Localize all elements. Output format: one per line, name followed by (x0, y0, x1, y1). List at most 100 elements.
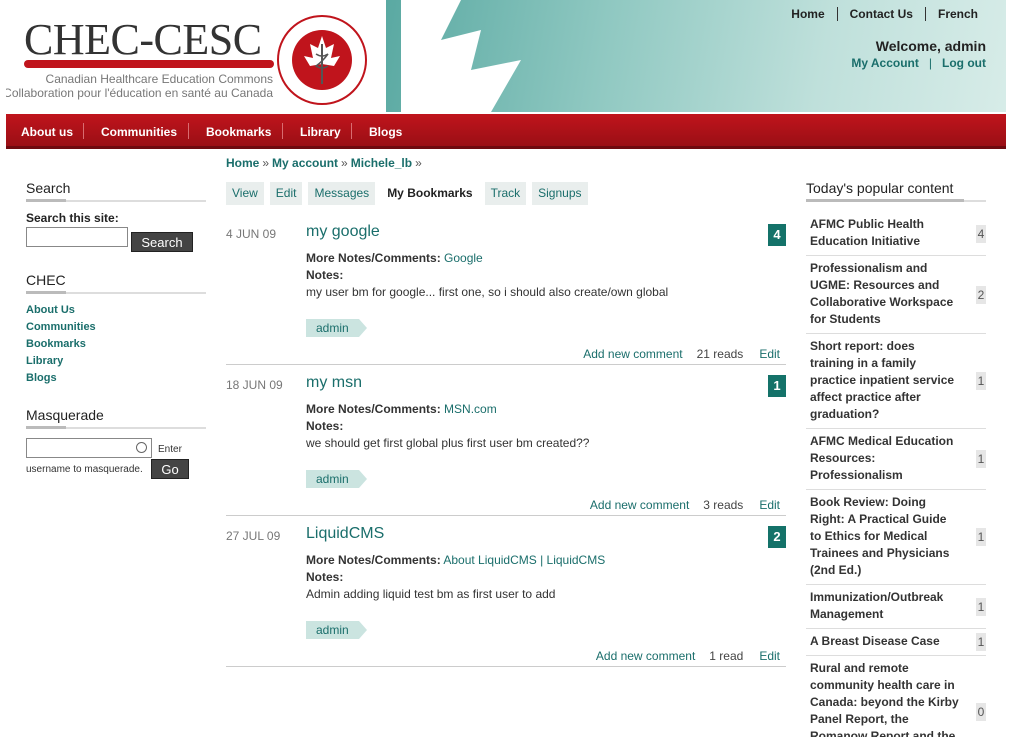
nav-separator (351, 123, 352, 139)
bookmark-count-badge: 1 (768, 375, 786, 397)
tab-track[interactable]: Track (484, 182, 527, 205)
tag-admin[interactable]: admin (306, 470, 367, 488)
popular-item-link[interactable]: AFMC Medical Education Resources: Profes… (810, 433, 960, 484)
nav-blogs[interactable]: Blogs (369, 125, 402, 139)
breadcrumb-my-account[interactable]: My account (272, 156, 338, 170)
more-notes-link[interactable]: Google (444, 251, 483, 265)
popular-item-link[interactable]: AFMC Public Health Education Initiative (810, 216, 960, 250)
masquerade-go-button[interactable]: Go (151, 459, 189, 479)
divider (226, 515, 786, 516)
popular-item-link[interactable]: Short report: does training in a family … (810, 338, 960, 423)
tab-view[interactable]: View (226, 182, 264, 205)
title-accent-bar (26, 199, 66, 202)
popular-item-count: 2 (976, 285, 986, 304)
tab-my-bookmarks[interactable]: My Bookmarks (381, 182, 479, 205)
add-comment-link[interactable]: Add new comment (590, 498, 689, 512)
bookmark-count-badge: 4 (768, 224, 786, 246)
nav-communities[interactable]: Communities (101, 125, 177, 139)
add-comment-link[interactable]: Add new comment (583, 347, 682, 361)
divider (226, 364, 786, 365)
edit-link[interactable]: Edit (759, 498, 780, 512)
breadcrumb-home[interactable]: Home (226, 156, 259, 170)
more-notes-link[interactable]: MSN.com (444, 402, 497, 416)
popular-item: AFMC Medical Education Resources: Profes… (806, 429, 986, 490)
top-link-french[interactable]: French (924, 7, 990, 21)
logo-subtitle-english: Canadian Healthcare Education Commons (45, 72, 273, 86)
more-notes-label: More Notes/Comments: (306, 402, 441, 416)
popular-item: Professionalism and UGME: Resources and … (806, 256, 986, 334)
notes-text: we should get first global plus first us… (306, 436, 590, 450)
top-links: Home Contact Us French (779, 7, 990, 21)
nav-about-us[interactable]: About us (21, 125, 73, 139)
chec-link-blogs[interactable]: Blogs (26, 370, 206, 387)
breadcrumb-separator: » (262, 156, 270, 170)
edit-link[interactable]: Edit (759, 347, 780, 361)
tag-admin[interactable]: admin (306, 621, 367, 639)
bookmark-title[interactable]: LiquidCMS (306, 525, 384, 543)
welcome-message: Welcome, admin (875, 38, 986, 54)
logo-underline-bar (24, 60, 274, 68)
nav-bookmarks[interactable]: Bookmarks (206, 125, 271, 139)
breadcrumb: Home» My account» Michele_lb» (226, 156, 425, 170)
popular-item-link[interactable]: Rural and remote community health care i… (810, 660, 960, 737)
chec-link-library[interactable]: Library (26, 353, 206, 370)
popular-item-link[interactable]: Book Review: Doing Right: A Practical Gu… (810, 494, 960, 579)
logo-subtitle-french: Collaboration pour l'éducation en santé … (6, 86, 273, 100)
bookmark-title[interactable]: my google (306, 223, 380, 241)
more-notes-link[interactable]: About LiquidCMS | LiquidCMS (443, 553, 605, 567)
tab-edit[interactable]: Edit (269, 182, 303, 205)
tab-signups[interactable]: Signups (532, 182, 588, 205)
popular-item: Immunization/Outbreak Management 1 (806, 585, 986, 629)
bookmark-date: 27 JUL 09 (226, 529, 281, 543)
notes-text: my user bm for google... first one, so i… (306, 285, 669, 299)
bookmark-title[interactable]: my msn (306, 374, 362, 392)
tab-messages[interactable]: Messages (308, 182, 376, 205)
logout-link[interactable]: Log out (942, 56, 986, 70)
maple-leaf-watermark-icon (401, 0, 521, 112)
search-label: Search this site: (26, 211, 119, 225)
my-account-link[interactable]: My Account (851, 56, 919, 70)
search-input[interactable] (26, 227, 128, 247)
afmc-seal-icon (277, 15, 367, 105)
popular-item-link[interactable]: A Breast Disease Case (810, 633, 960, 650)
divider (226, 666, 786, 667)
account-links: My Account | Log out (851, 56, 986, 70)
main-nav: About us Communities Bookmarks Library B… (6, 114, 1006, 149)
top-link-home[interactable]: Home (779, 7, 836, 21)
site-header: CHEC-CESC Canadian Healthcare Education … (6, 0, 1006, 112)
chec-links: About Us Communities Bookmarks Library B… (26, 302, 206, 387)
tag-admin[interactable]: admin (306, 319, 367, 337)
title-accent-bar (26, 291, 66, 294)
edit-link[interactable]: Edit (759, 649, 780, 663)
chec-link-bookmarks[interactable]: Bookmarks (26, 336, 206, 353)
popular-item-count: 0 (976, 702, 986, 721)
chec-link-communities[interactable]: Communities (26, 319, 206, 336)
masquerade-hint-b: username to masquerade. (26, 464, 143, 475)
read-count: 1 read (709, 649, 744, 663)
profile-tabs: View Edit Messages My Bookmarks Track Si… (226, 182, 594, 205)
popular-item-count: 1 (976, 372, 986, 390)
add-comment-link[interactable]: Add new comment (596, 649, 695, 663)
nav-separator (282, 123, 283, 139)
popular-item-count: 4 (976, 224, 986, 243)
chec-link-about-us[interactable]: About Us (26, 302, 206, 319)
nav-library[interactable]: Library (300, 125, 341, 139)
site-logo-text[interactable]: CHEC-CESC (24, 14, 262, 65)
breadcrumb-user[interactable]: Michele_lb (351, 156, 412, 170)
popular-item-count: 1 (976, 528, 986, 546)
top-link-contact[interactable]: Contact Us (836, 7, 925, 21)
popular-item: Short report: does training in a family … (806, 334, 986, 429)
popular-item: AFMC Public Health Education Initiative 4 (806, 212, 986, 256)
popular-item-link[interactable]: Professionalism and UGME: Resources and … (810, 260, 960, 328)
popular-item: A Breast Disease Case 1 (806, 629, 986, 656)
popular-item-count: 1 (976, 633, 986, 651)
popular-item-link[interactable]: Immunization/Outbreak Management (810, 589, 960, 623)
more-notes-label: More Notes/Comments: (306, 553, 441, 567)
notes-label: Notes: (306, 268, 344, 282)
notes-label: Notes: (306, 419, 344, 433)
search-button[interactable]: Search (131, 232, 193, 252)
more-notes-label: More Notes/Comments: (306, 251, 441, 265)
masquerade-input[interactable] (26, 438, 152, 458)
left-sidebar: Search Search this site: Search CHEC Abo… (26, 180, 206, 480)
autocomplete-throbber-icon (136, 442, 147, 453)
